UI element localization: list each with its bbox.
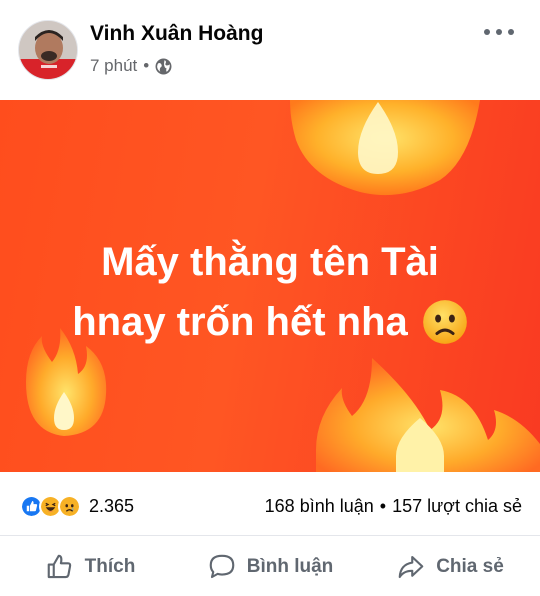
globe-icon[interactable]: [155, 58, 172, 75]
action-bar: Thích Bình luận Chia sẻ: [0, 537, 540, 596]
share-arrow-icon: [398, 555, 424, 578]
post: Vinh Xuân Hoàng 7 phút • Mấy thằng tên T…: [0, 0, 540, 596]
post-header: Vinh Xuân Hoàng 7 phút •: [0, 0, 540, 100]
avatar[interactable]: [18, 20, 78, 80]
card-line-2: hnay trốn hết nha: [72, 300, 408, 344]
like-button[interactable]: Thích: [0, 537, 180, 596]
more-options-button[interactable]: [484, 22, 514, 42]
dot-icon: [496, 29, 502, 35]
reaction-count: 2.365: [89, 496, 135, 516]
dot-icon: [508, 29, 514, 35]
meta-separator: •: [143, 56, 150, 75]
comment-count[interactable]: 168 bình luận: [265, 496, 374, 517]
post-stats: 2.365 168 bình luận • 157 lượt chia sẻ: [0, 472, 540, 536]
reactions-summary[interactable]: 2.365: [20, 495, 134, 518]
comment-icon: [209, 554, 235, 578]
author-name[interactable]: Vinh Xuân Hoàng: [90, 22, 263, 46]
avatar-image: [19, 21, 77, 79]
card-text: Mấy thằng tên Tài hnay trốn hết nha: [0, 232, 540, 352]
share-button[interactable]: Chia sẻ: [360, 537, 540, 596]
dot-icon: [484, 29, 490, 35]
stats-separator: •: [379, 496, 387, 516]
post-meta: 7 phút •: [90, 56, 172, 76]
engagement-counts: 168 bình luận • 157 lượt chia sẻ: [265, 496, 522, 517]
post-time[interactable]: 7 phút: [90, 56, 137, 76]
card-line-1: Mấy thằng tên Tài: [101, 240, 439, 284]
sad-icon: [58, 495, 81, 518]
post-card[interactable]: Mấy thằng tên Tài hnay trốn hết nha: [0, 100, 540, 472]
thumbs-up-icon: [47, 554, 71, 578]
comment-button[interactable]: Bình luận: [180, 537, 360, 596]
frowning-face-icon: [422, 300, 467, 344]
like-label: Thích: [84, 555, 136, 577]
share-label: Chia sẻ: [436, 555, 504, 577]
share-count[interactable]: 157 lượt chia sẻ: [392, 496, 522, 517]
comment-label: Bình luận: [246, 555, 334, 577]
